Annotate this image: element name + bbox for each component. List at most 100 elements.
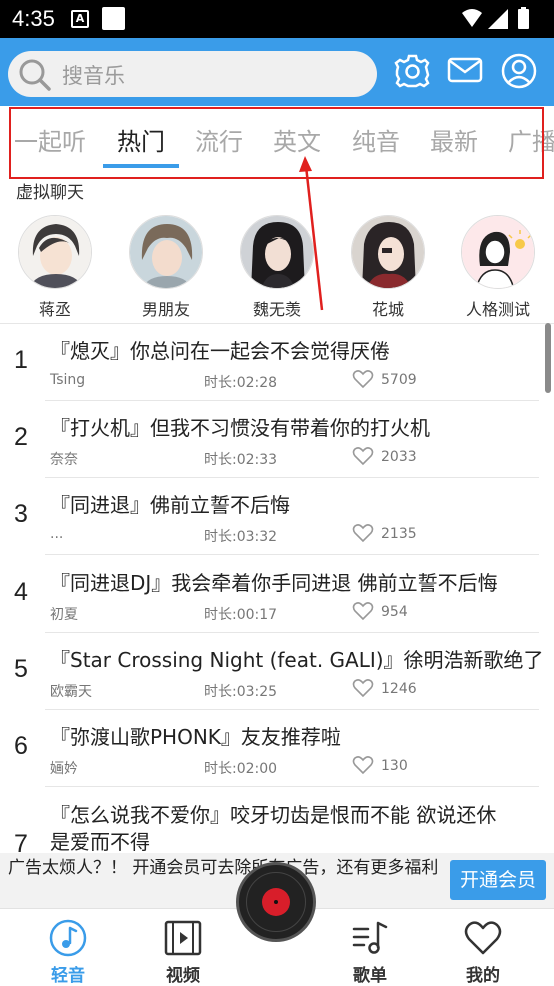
search-box[interactable]: 搜音乐 (8, 51, 377, 97)
song-artist: 欧霸天 (50, 684, 92, 700)
song-title: 『怎么说我不爱你』咬牙切齿是恨而不能 欲说还休 (50, 803, 497, 827)
like-heart-icon[interactable] (352, 446, 374, 466)
gear-icon[interactable] (393, 52, 431, 90)
song-artist: 奈奈 (50, 452, 78, 468)
tab-popular[interactable]: 流行 (195, 122, 243, 157)
like-heart-icon[interactable] (352, 369, 374, 389)
song-likes: 2135 (381, 526, 417, 542)
song-row[interactable]: 5 『Star Crossing Night (feat. GALI)』徐明浩新… (0, 633, 544, 710)
song-likes: 2033 (381, 449, 417, 465)
song-duration: 时长:00:17 (204, 607, 278, 623)
song-likes: 954 (381, 604, 408, 620)
song-rank: 2 (14, 423, 28, 451)
song-duration: 时长:03:32 (204, 529, 278, 545)
song-title: 『熄灭』你总问在一起会不会觉得厌倦 (50, 339, 390, 363)
battery-icon (518, 9, 529, 29)
song-title: 『同进退DJ』我会牵着你手同进退 佛前立誓不后悔 (50, 571, 498, 595)
character-personality-test[interactable]: 人格测试 (453, 215, 543, 320)
song-title-line2: 是爱而不得 (50, 830, 150, 854)
song-rank: 3 (14, 500, 28, 528)
avatar (461, 215, 535, 289)
status-time: 4:35 (12, 6, 55, 31)
tab-english[interactable]: 英文 (273, 122, 321, 157)
tab-latest[interactable]: 最新 (430, 122, 478, 157)
song-rank: 6 (14, 732, 28, 760)
active-tab-indicator (103, 164, 179, 168)
tab-radio[interactable]: 广播 (508, 122, 554, 157)
mail-icon[interactable] (447, 52, 483, 88)
song-likes: 5709 (381, 372, 417, 388)
section-title-virtual-chat: 虚拟聊天 (16, 183, 84, 203)
character-boyfriend[interactable]: 男朋友 (121, 215, 211, 320)
song-rank: 5 (14, 655, 28, 683)
system-status-icons (462, 7, 529, 29)
row-divider (45, 786, 539, 787)
song-duration: 时长:02:33 (204, 452, 278, 468)
character-huacheng[interactable]: 花城 (343, 215, 433, 320)
character-name: 花城 (371, 300, 404, 319)
nav-label: 我的 (466, 966, 500, 986)
header-bar: 搜音乐 (0, 38, 554, 106)
heart-icon (464, 921, 502, 955)
search-icon (19, 59, 51, 91)
avatar (129, 215, 203, 289)
nav-light-music[interactable]: 轻音 (28, 919, 108, 986)
notification-square-icon (102, 7, 125, 30)
song-artist: Tsing (50, 372, 86, 388)
like-heart-icon[interactable] (352, 523, 374, 543)
open-vip-button[interactable]: 开通会员 (450, 860, 546, 900)
song-duration: 时长:02:00 (204, 761, 278, 777)
song-artist: 初夏 (50, 607, 78, 623)
tab-pure-music[interactable]: 纯音 (352, 122, 400, 157)
avatar (18, 215, 92, 289)
song-title: 『弥渡山歌PHONK』友友推荐啦 (50, 725, 341, 749)
status-bar: 4:35 A (0, 0, 554, 38)
character-name: 人格测试 (465, 300, 530, 319)
song-duration: 时长:03:25 (204, 684, 278, 700)
like-heart-icon[interactable] (352, 678, 374, 698)
song-title: 『打火机』但我不习惯没有带着你的打火机 (50, 416, 430, 440)
category-tabs: 一起听 热门 流行 英文 纯音 最新 广播 (0, 106, 554, 168)
player-disc-button[interactable] (236, 862, 316, 942)
scrollbar[interactable] (545, 323, 551, 393)
song-title: 『同进退』佛前立誓不后悔 (50, 493, 290, 517)
character-jiangcheng[interactable]: 蒋丞 (10, 215, 100, 320)
song-row[interactable]: 6 『弥渡山歌PHONK』友友推荐啦 婳妗 时长:02:00 130 (0, 710, 544, 787)
songlist-icon (352, 921, 388, 954)
like-heart-icon[interactable] (352, 601, 374, 621)
song-title: 『Star Crossing Night (feat. GALI)』徐明浩新歌绝… (50, 648, 544, 672)
like-heart-icon[interactable] (352, 755, 374, 775)
signal-icon (488, 9, 508, 29)
song-row[interactable]: 2 『打火机』但我不习惯没有带着你的打火机 奈奈 时长:02:33 2033 (0, 401, 544, 478)
nav-label: 轻音 (51, 966, 85, 986)
nav-label: 歌单 (353, 966, 387, 986)
song-row[interactable]: 3 『同进退』佛前立誓不后悔 ... 时长:03:32 2135 (0, 478, 544, 555)
nav-video[interactable]: 视频 (143, 919, 223, 986)
nav-label: 视频 (166, 966, 200, 986)
disc-spindle (274, 900, 278, 904)
wifi-icon (462, 9, 482, 27)
song-row[interactable]: 1 『熄灭』你总问在一起会不会觉得厌倦 Tsing 时长:02:28 5709 (0, 324, 544, 401)
character-weiwuxian[interactable]: 魏无羡 (232, 215, 322, 320)
film-icon (164, 920, 202, 956)
song-artist: 婳妗 (50, 761, 78, 777)
character-name: 男朋友 (141, 300, 190, 319)
tab-hot[interactable]: 热门 (117, 122, 165, 157)
song-rank: 1 (14, 346, 28, 374)
song-row[interactable]: 4 『同进退DJ』我会牵着你手同进退 佛前立誓不后悔 初夏 时长:00:17 9… (0, 556, 544, 633)
nav-songlist[interactable]: 歌单 (330, 919, 410, 986)
nav-mine[interactable]: 我的 (443, 919, 523, 986)
avatar (240, 215, 314, 289)
character-name: 蒋丞 (38, 300, 71, 319)
row-divider (45, 554, 539, 555)
music-note-icon (49, 919, 87, 957)
song-duration: 时长:02:28 (204, 375, 278, 391)
user-icon[interactable] (500, 52, 538, 90)
notification-a-icon: A (71, 10, 89, 28)
search-placeholder: 搜音乐 (62, 64, 125, 88)
song-rank: 4 (14, 578, 28, 606)
avatar (351, 215, 425, 289)
song-artist: ... (50, 526, 64, 542)
tab-listen-together[interactable]: 一起听 (14, 122, 86, 157)
song-likes: 130 (381, 758, 408, 774)
